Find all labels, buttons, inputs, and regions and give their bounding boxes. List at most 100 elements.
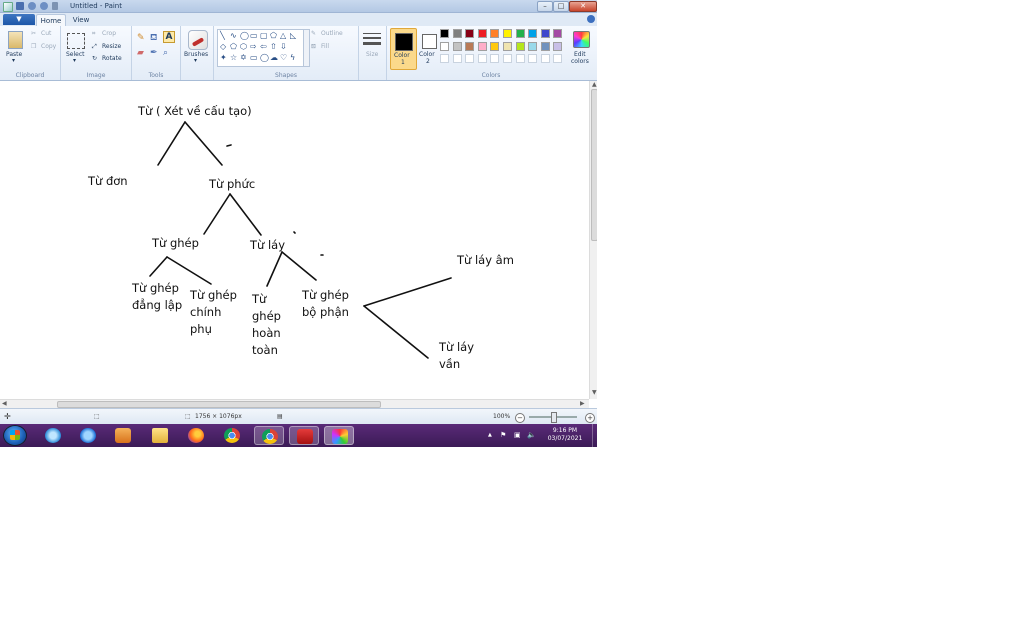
outline-button[interactable]: Outline [321, 30, 343, 37]
palette-custom-slot[interactable] [465, 54, 475, 63]
palette-swatch[interactable] [515, 29, 525, 38]
fill-bucket-icon[interactable]: ⛾ [150, 33, 157, 44]
taskbar-mcafee[interactable] [289, 426, 319, 445]
six-point-star-shape-icon[interactable]: ✡ [240, 54, 247, 62]
paste-dropdown-icon[interactable]: ▾ [12, 57, 15, 64]
tab-view[interactable]: View [68, 14, 94, 26]
palette-swatch[interactable] [490, 41, 500, 51]
right-triangle-shape-icon[interactable]: ◺ [290, 32, 296, 40]
hexagon-shape-icon[interactable]: ⬡ [240, 43, 247, 51]
cloud-callout-shape-icon[interactable]: ☁ [270, 54, 278, 62]
five-point-star-shape-icon[interactable]: ☆ [230, 54, 237, 62]
rounded-rectangle-shape-icon[interactable]: ▢ [260, 32, 268, 40]
flag-icon[interactable]: ⚑ [500, 424, 506, 447]
redo-icon[interactable] [40, 2, 48, 10]
vertical-scrollbar[interactable]: ▲ ▼ [589, 81, 597, 399]
oval-shape-icon[interactable]: ◯ [240, 32, 249, 40]
shapes-scroll[interactable] [303, 29, 310, 67]
brushes-icon[interactable] [188, 30, 208, 50]
copy-button[interactable]: Copy [41, 43, 56, 50]
minimize-button[interactable]: – [537, 1, 553, 12]
line-shape-icon[interactable]: ╲ [220, 32, 225, 40]
horizontal-scrollbar[interactable]: ◀ ▶ [0, 399, 589, 408]
left-arrow-shape-icon[interactable]: ⇦ [260, 43, 267, 51]
horizontal-scroll-thumb[interactable] [57, 401, 381, 408]
brushes-dropdown-icon[interactable]: ▾ [194, 57, 197, 64]
pencil-icon[interactable]: ✎ [137, 33, 145, 43]
palette-swatch[interactable] [477, 41, 487, 51]
shapes-gallery[interactable]: ╲ ∿ ◯ ▭ ▢ ⬠ △ ◺ ◇ ⬠ ⬡ ⇨ ⇦ ⇧ ⇩ ✦ ☆ ✡ ▭ ◯ [217, 29, 305, 67]
callout-shape-icon[interactable]: ▭ [250, 54, 258, 62]
zoom-slider-thumb[interactable] [551, 412, 557, 423]
down-arrow-shape-icon[interactable]: ⇩ [280, 43, 287, 51]
palette-custom-slot[interactable] [452, 54, 462, 63]
up-arrow-shape-icon[interactable]: ⇧ [270, 43, 277, 51]
heart-shape-icon[interactable]: ♡ [280, 54, 287, 62]
palette-swatch[interactable] [490, 29, 500, 38]
select-icon[interactable] [67, 33, 85, 49]
palette-swatch[interactable] [465, 41, 475, 51]
taskbar-chrome-profile[interactable] [254, 426, 284, 445]
palette-swatch[interactable] [553, 29, 563, 38]
palette-custom-slot[interactable] [515, 54, 525, 63]
paint-app-icon[interactable] [3, 2, 13, 12]
four-point-star-shape-icon[interactable]: ✦ [220, 54, 227, 62]
crop-button[interactable]: Crop [102, 30, 116, 37]
color1-button[interactable]: Color 1 [390, 28, 417, 70]
color-picker-icon[interactable]: ✒ [150, 48, 158, 58]
palette-custom-slot[interactable] [477, 54, 487, 63]
diamond-shape-icon[interactable]: ◇ [220, 43, 226, 51]
taskbar-cortana[interactable] [38, 426, 68, 445]
taskbar-firefox[interactable] [181, 426, 211, 445]
network-icon[interactable]: ▣ [514, 424, 521, 447]
palette-swatch[interactable] [477, 29, 487, 38]
polygon-shape-icon[interactable]: ⬠ [270, 32, 277, 40]
palette-swatch[interactable] [465, 29, 475, 38]
taskbar-media-player[interactable] [108, 426, 138, 445]
cut-button[interactable]: Cut [41, 30, 51, 37]
resize-button[interactable]: Resize [102, 43, 121, 50]
palette-swatch[interactable] [540, 41, 550, 51]
size-button[interactable]: Size [366, 51, 378, 58]
volume-icon[interactable]: 🔈 [527, 424, 536, 447]
start-button[interactable] [3, 425, 27, 446]
scroll-left-icon[interactable]: ◀ [2, 400, 7, 408]
right-arrow-shape-icon[interactable]: ⇨ [250, 43, 257, 51]
save-icon[interactable] [16, 2, 24, 10]
edit-colors-button[interactable]: Edit colors [570, 28, 592, 68]
oval-callout-shape-icon[interactable]: ◯ [260, 54, 269, 62]
palette-swatch[interactable] [452, 29, 462, 38]
show-desktop-button[interactable] [592, 424, 597, 447]
palette-custom-slot[interactable] [490, 54, 500, 63]
eraser-icon[interactable]: ▰ [137, 48, 144, 58]
close-button[interactable]: ✕ [569, 1, 597, 12]
taskbar-paint[interactable] [324, 426, 354, 445]
tray-expand-icon[interactable]: ▲ [488, 424, 492, 447]
palette-swatch[interactable] [503, 29, 512, 38]
file-menu-tab[interactable]: ▼ [3, 14, 35, 25]
pentagon-shape-icon[interactable]: ⬠ [230, 43, 237, 51]
magnifier-icon[interactable]: ⌕ [163, 48, 168, 58]
palette-custom-slot[interactable] [540, 54, 550, 63]
zoom-in-button[interactable]: + [585, 413, 595, 423]
taskbar-internet-explorer[interactable] [73, 426, 103, 445]
fill-button[interactable]: Fill [321, 43, 329, 50]
rotate-button[interactable]: Rotate [102, 55, 122, 62]
palette-swatch[interactable] [440, 41, 449, 51]
palette-swatch[interactable] [452, 41, 462, 51]
scroll-down-icon[interactable]: ▼ [592, 389, 597, 397]
drawing-canvas[interactable]: Từ ( Xét về cấu tạo) Từ đơn Từ phức Từ g… [0, 81, 589, 399]
customize-quick-access-icon[interactable] [52, 2, 58, 10]
palette-swatch[interactable] [528, 29, 538, 38]
lightning-shape-icon[interactable]: ϟ [290, 54, 295, 62]
rectangle-shape-icon[interactable]: ▭ [250, 32, 258, 40]
color2-button[interactable]: Color 2 [418, 28, 440, 68]
palette-custom-slot[interactable] [528, 54, 538, 63]
palette-swatch[interactable] [553, 41, 563, 51]
system-clock[interactable]: 9:16 PM 03/07/2021 [540, 427, 590, 443]
palette-custom-slot[interactable] [440, 54, 449, 63]
vertical-scroll-thumb[interactable] [591, 89, 597, 241]
palette-swatch[interactable] [503, 41, 512, 51]
scroll-right-icon[interactable]: ▶ [580, 400, 585, 408]
curve-shape-icon[interactable]: ∿ [230, 32, 237, 40]
